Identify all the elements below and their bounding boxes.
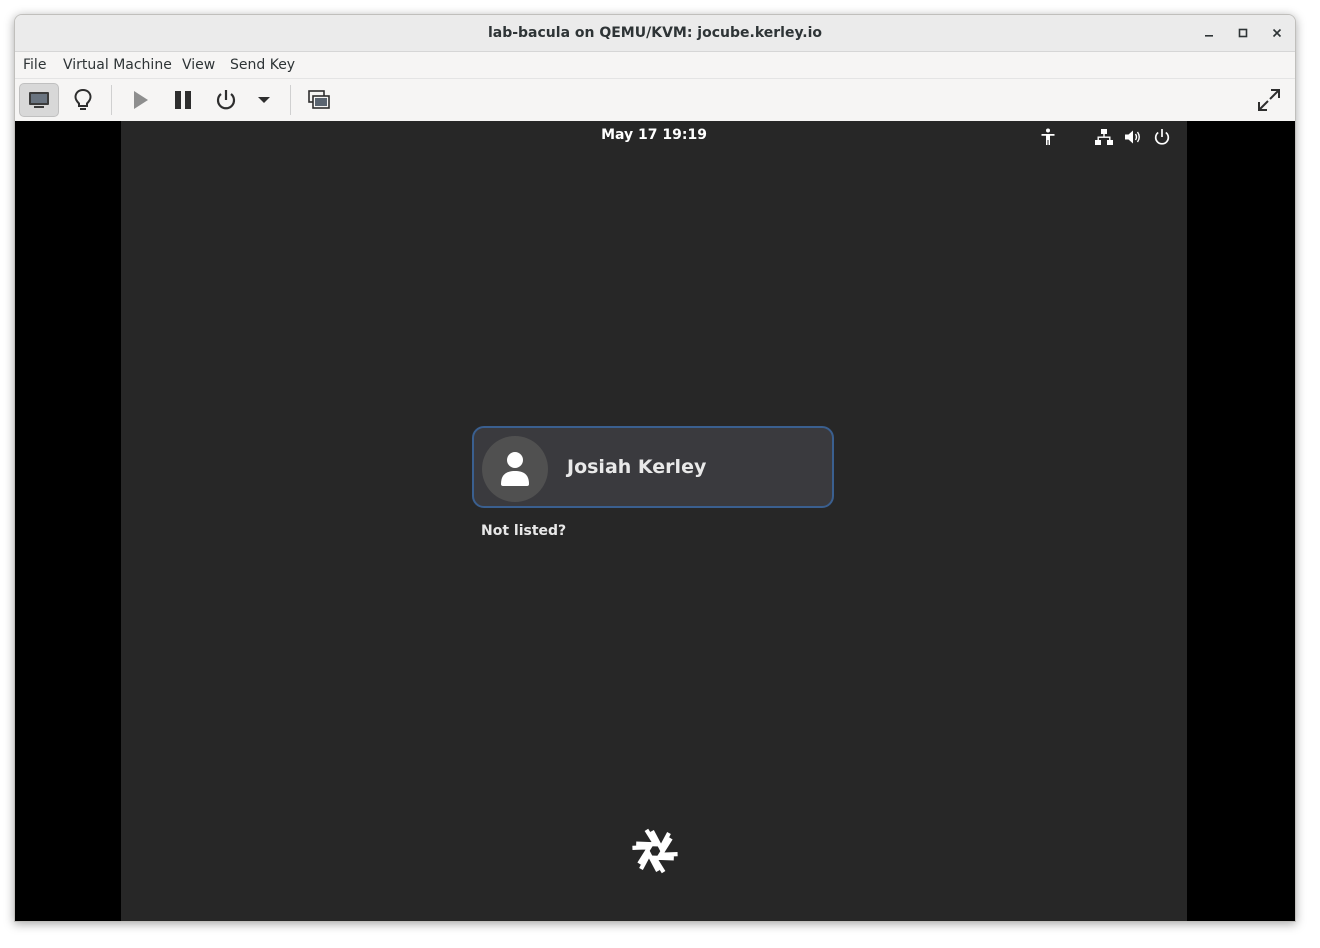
user-list-item[interactable]: Josiah Kerley <box>472 426 834 508</box>
show-details-button[interactable] <box>63 83 103 117</box>
snapshots-button[interactable] <box>299 83 339 117</box>
monitor-icon <box>29 92 49 108</box>
accessibility-icon[interactable] <box>1039 128 1057 146</box>
menu-bar: File Virtual Machine View Send Key <box>15 52 1295 78</box>
not-listed-button[interactable]: Not listed? <box>481 523 566 539</box>
avatar <box>482 436 548 502</box>
menu-file[interactable]: File <box>23 52 46 78</box>
menu-view[interactable]: View <box>182 52 215 78</box>
minimize-icon[interactable] <box>1199 23 1219 43</box>
maximize-icon[interactable] <box>1233 23 1253 43</box>
dropdown-arrow-icon <box>258 97 270 103</box>
menu-send-key[interactable]: Send Key <box>230 52 295 78</box>
run-button[interactable] <box>120 83 160 117</box>
show-console-button[interactable] <box>19 83 59 117</box>
toolbar <box>15 78 1295 123</box>
play-icon <box>134 91 148 109</box>
toolbar-separator <box>290 85 291 115</box>
volume-icon[interactable] <box>1124 128 1142 146</box>
menu-virtual-machine[interactable]: Virtual Machine <box>63 52 172 78</box>
network-icon[interactable] <box>1095 128 1113 146</box>
pause-button[interactable] <box>163 83 203 117</box>
screenshot-icon <box>308 90 330 109</box>
fullscreen-button[interactable] <box>1249 83 1289 117</box>
shutdown-menu-button[interactable] <box>247 83 281 117</box>
guest-login-screen[interactable]: May 17 19:19 Josiah Kerley Not listed? <box>121 121 1187 921</box>
fullscreen-icon <box>1258 89 1280 111</box>
lightbulb-icon <box>74 88 92 110</box>
vm-viewer-window: lab-bacula on QEMU/KVM: jocube.kerley.io… <box>14 14 1296 922</box>
vm-display[interactable]: May 17 19:19 Josiah Kerley Not listed? <box>15 121 1295 921</box>
shutdown-button[interactable] <box>206 83 246 117</box>
user-name: Josiah Kerley <box>567 456 707 478</box>
window-title: lab-bacula on QEMU/KVM: jocube.kerley.io <box>487 25 823 41</box>
title-bar[interactable]: lab-bacula on QEMU/KVM: jocube.kerley.io <box>15 15 1295 52</box>
user-icon <box>501 452 529 486</box>
power-icon <box>216 90 236 110</box>
nixos-snowflake-icon <box>632 828 678 874</box>
power-icon[interactable] <box>1153 128 1171 146</box>
pause-icon <box>175 91 191 109</box>
top-bar-clock[interactable]: May 17 19:19 <box>121 127 1187 143</box>
close-icon[interactable] <box>1267 23 1287 43</box>
toolbar-separator <box>111 85 112 115</box>
